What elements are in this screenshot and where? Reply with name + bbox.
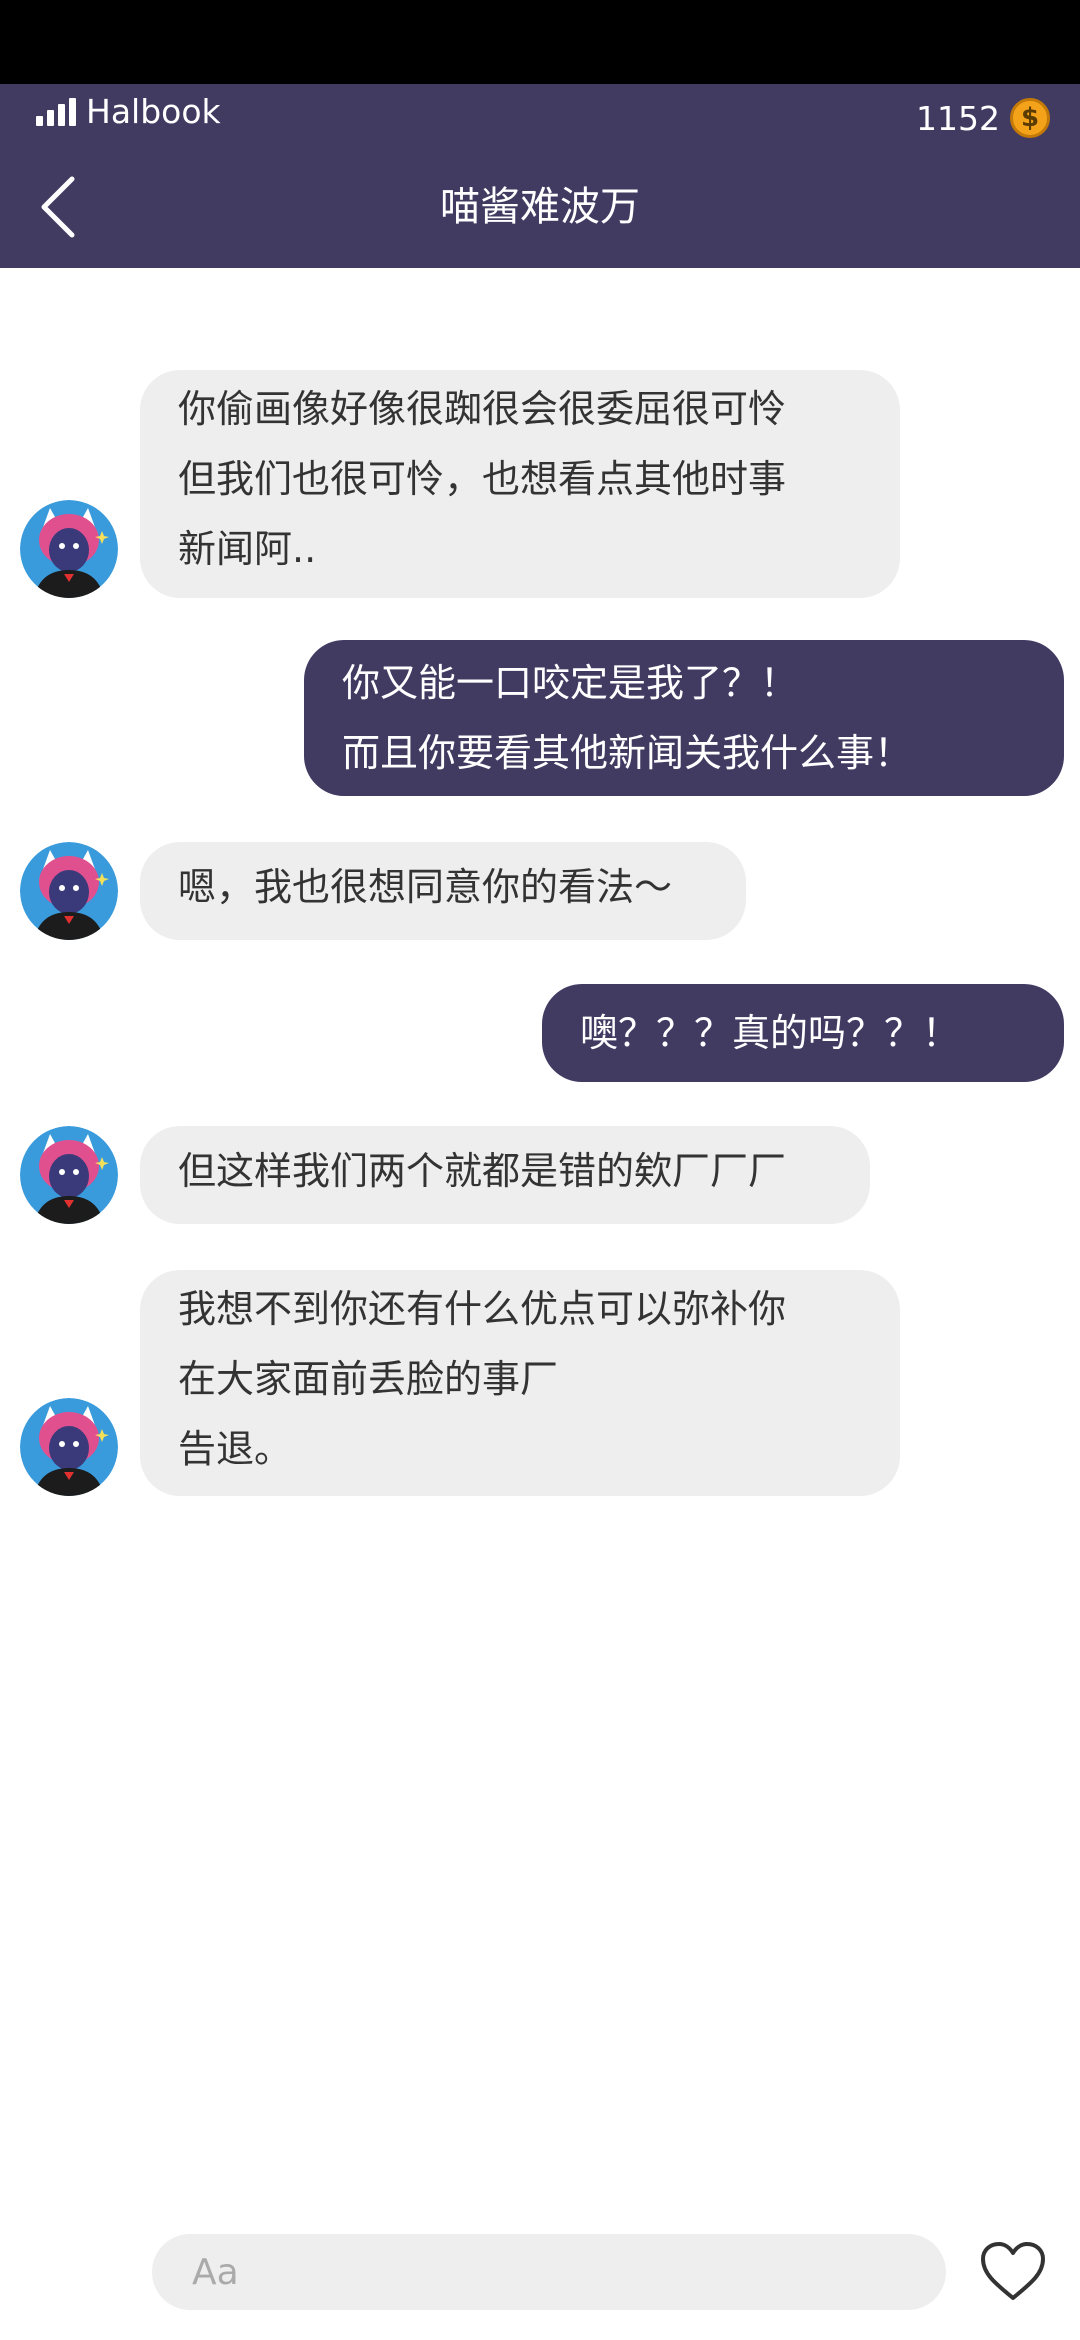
- avatar[interactable]: [20, 1398, 118, 1496]
- message-bubble-incoming[interactable]: 嗯，我也很想同意你的看法～: [140, 842, 746, 940]
- coin-icon: $: [1010, 98, 1050, 138]
- message-bubble-incoming[interactable]: 你偷画像好像很踟很会很委屈很可怜 但我们也很可怜，也想看点其他时事 新闻阿..: [140, 370, 900, 598]
- message-input[interactable]: [190, 2250, 908, 2294]
- avatar-image: [20, 842, 118, 940]
- status-left: Halbook: [36, 90, 221, 134]
- message-bubble-outgoing[interactable]: 噢？？？真的吗？？！: [542, 984, 1064, 1082]
- message-bubble-incoming[interactable]: 但这样我们两个就都是错的欸厂厂厂: [140, 1126, 870, 1224]
- avatar-image: [20, 500, 118, 598]
- avatar-image: [20, 1398, 118, 1496]
- avatar[interactable]: [20, 842, 118, 940]
- message-bubble-incoming[interactable]: 我想不到你还有什么优点可以弥补你 在大家面前丢脸的事厂 告退。: [140, 1270, 900, 1496]
- app-header: Halbook 1152 $ 喵酱难波万: [0, 84, 1080, 268]
- chat-title: 喵酱难波万: [440, 184, 640, 230]
- message-composer[interactable]: [152, 2234, 946, 2310]
- avatar[interactable]: [20, 500, 118, 598]
- heart-icon: [981, 2242, 1045, 2300]
- avatar[interactable]: [20, 1126, 118, 1224]
- coin-balance: 1152 $: [916, 94, 1050, 142]
- avatar-image: [20, 1126, 118, 1224]
- coin-count: 1152: [916, 98, 1000, 138]
- signal-icon: [36, 98, 76, 126]
- message-bubble-outgoing[interactable]: 你又能一口咬定是我了？！ 而且你要看其他新闻关我什么事！: [304, 640, 1064, 796]
- like-button[interactable]: [978, 2240, 1048, 2302]
- system-status-strip: [0, 0, 1080, 84]
- carrier-name: Halbook: [86, 92, 221, 131]
